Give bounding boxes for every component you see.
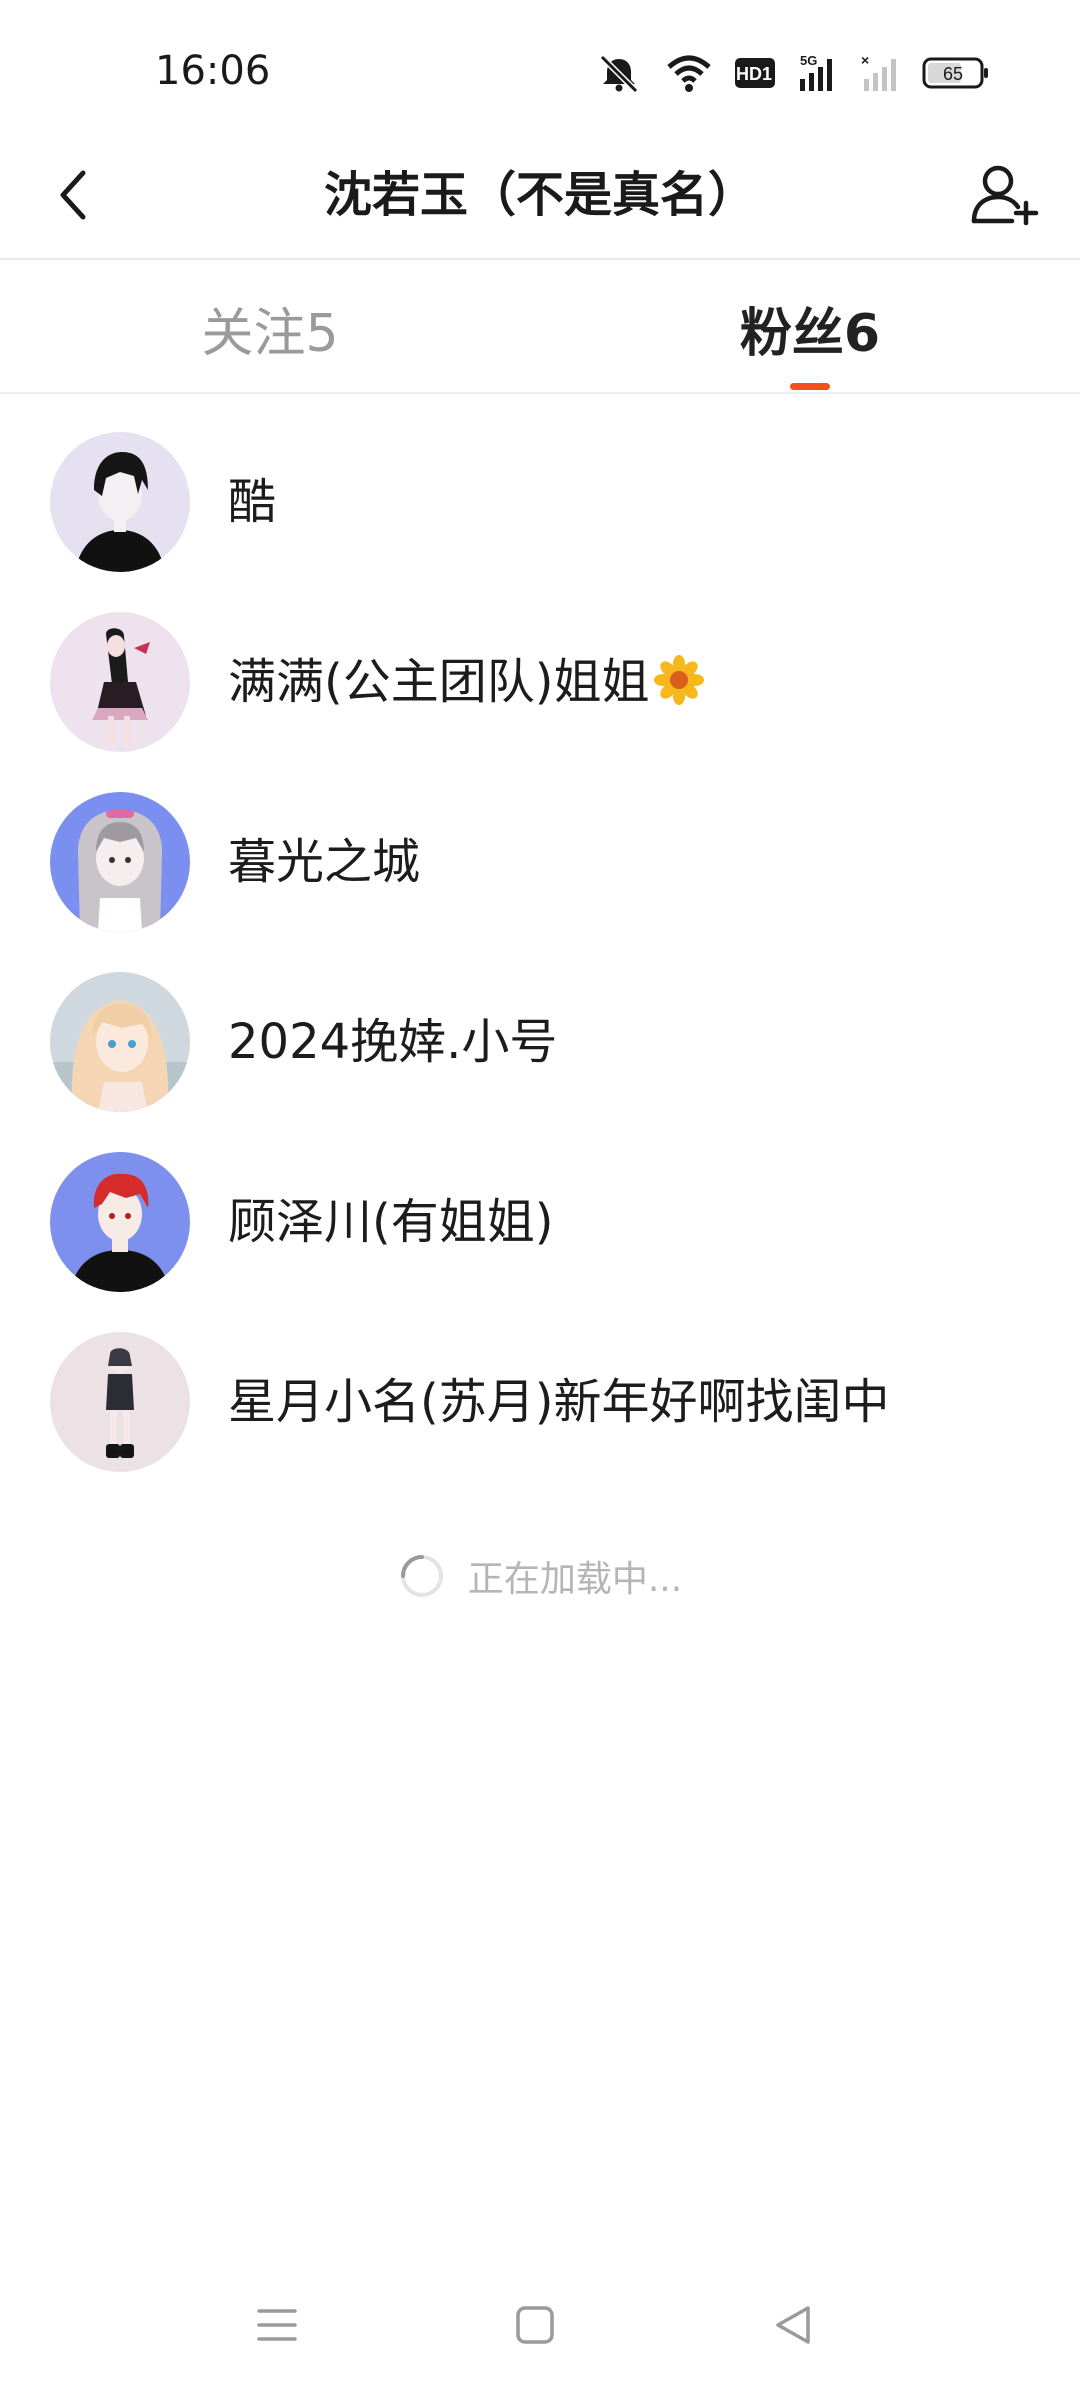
avatar[interactable] xyxy=(50,792,190,932)
nav-home-button[interactable] xyxy=(500,2290,570,2360)
list-item[interactable]: 满满(公主团队)姐姐 xyxy=(0,600,1080,780)
menu-icon xyxy=(257,2309,297,2341)
list-item[interactable]: 2024挽婞.小号 xyxy=(0,960,1080,1140)
fan-name: 2024挽婞.小号 xyxy=(228,1014,558,1070)
add-friend-button[interactable] xyxy=(964,155,1044,235)
avatar[interactable] xyxy=(50,432,190,572)
fan-name-text: 满满(公主团队)姐姐 xyxy=(228,654,650,710)
list-item[interactable]: 星月小名(苏月)新年好啊找闺中 xyxy=(0,1320,1080,1500)
fan-name: 酷 xyxy=(228,474,277,530)
header: 沈若玉（不是真名） xyxy=(0,130,1080,260)
fan-list: 酷 满满(公主团队)姐姐 暮光之城 2024挽婞.小号 顾泽川(有姐姐) 星月小… xyxy=(0,420,1080,1500)
tab-fans[interactable]: 粉丝6 xyxy=(640,262,980,394)
screen: 16:06 HD1 5G × 65 沈若玉（不是真名） 关注5 粉丝6 酷 满满… xyxy=(0,0,1080,2400)
system-nav-bar xyxy=(0,2250,1080,2400)
home-icon xyxy=(516,2306,554,2344)
avatar[interactable] xyxy=(50,972,190,1112)
page-title: 沈若玉（不是真名） xyxy=(323,167,756,223)
signal-no-service-icon: × xyxy=(860,53,900,93)
status-icons: HD1 5G × 65 xyxy=(594,50,990,96)
nav-back-button[interactable] xyxy=(758,2290,828,2360)
fan-name: 暮光之城 xyxy=(228,834,421,890)
avatar[interactable] xyxy=(50,612,190,752)
active-tab-indicator xyxy=(790,383,830,390)
back-triangle-icon xyxy=(776,2306,810,2344)
fan-name: 满满(公主团队)姐姐 xyxy=(228,650,705,714)
svg-text:5G: 5G xyxy=(800,53,817,68)
svg-text:65: 65 xyxy=(943,64,963,84)
flower-icon xyxy=(654,655,705,705)
fan-name: 星月小名(苏月)新年好啊找闺中 xyxy=(228,1374,890,1430)
list-item[interactable]: 顾泽川(有姐姐) xyxy=(0,1140,1080,1320)
list-item[interactable]: 酷 xyxy=(0,420,1080,600)
loading-indicator: 正在加载中... xyxy=(0,1550,1080,1602)
signal-icon: 5G xyxy=(798,53,838,93)
mute-icon xyxy=(594,53,644,93)
battery-icon: 65 xyxy=(922,56,990,90)
avatar[interactable] xyxy=(50,1152,190,1292)
wifi-icon xyxy=(666,53,712,93)
status-time: 16:06 xyxy=(155,48,271,94)
loading-text: 正在加载中... xyxy=(467,1559,683,1600)
status-bar: 16:06 HD1 5G × 65 xyxy=(0,0,1080,130)
tab-following[interactable]: 关注5 xyxy=(100,262,440,394)
svg-text:×: × xyxy=(861,53,869,68)
add-friend-icon xyxy=(971,165,1039,226)
fan-name: 顾泽川(有姐姐) xyxy=(228,1194,554,1250)
list-item[interactable]: 暮光之城 xyxy=(0,780,1080,960)
avatar[interactable] xyxy=(50,1332,190,1472)
loading-spinner-icon xyxy=(400,1555,443,1597)
nav-menu-button[interactable] xyxy=(242,2290,312,2360)
svg-text:HD1: HD1 xyxy=(736,64,772,84)
hd-icon: HD1 xyxy=(734,56,776,90)
tab-bar: 关注5 粉丝6 xyxy=(0,262,1080,394)
